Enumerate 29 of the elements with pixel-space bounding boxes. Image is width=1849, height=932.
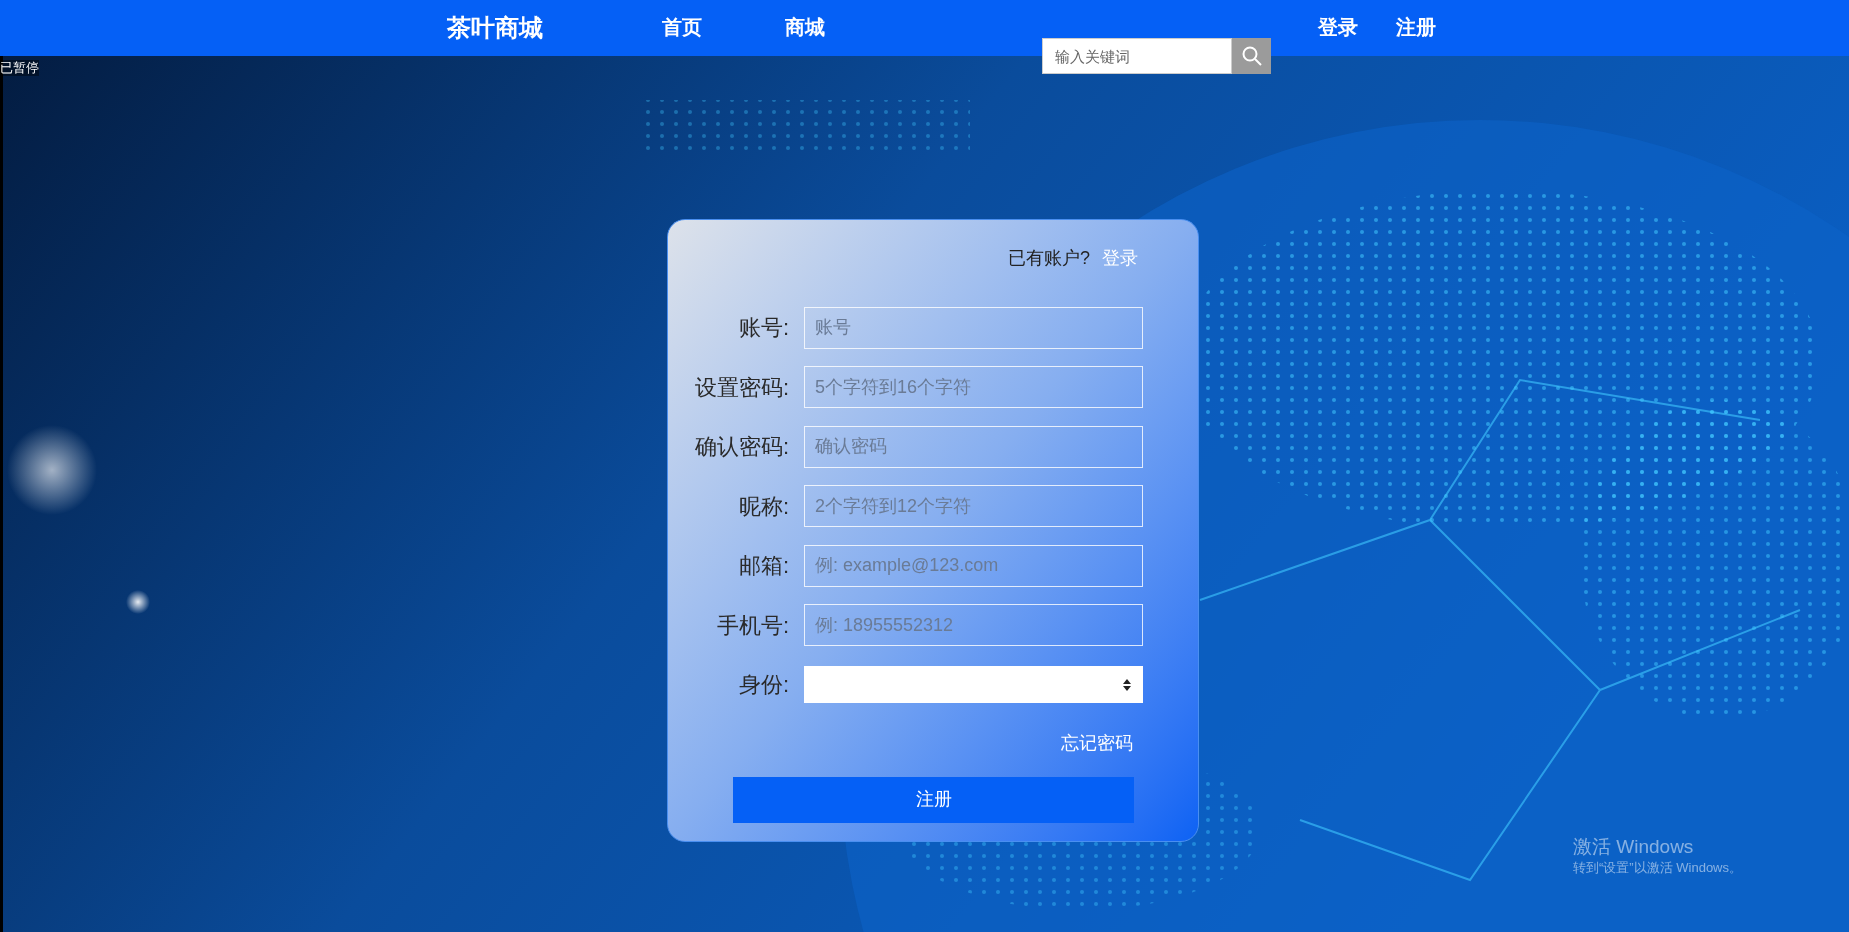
nav-link[interactable]: 首页 bbox=[662, 12, 702, 42]
search-button[interactable] bbox=[1232, 38, 1271, 74]
field-label: 设置密码: bbox=[693, 373, 789, 402]
input-field[interactable]: 确认密码 bbox=[804, 425, 1143, 468]
field-label: 昵称: bbox=[737, 492, 789, 521]
input-field[interactable]: 账号 bbox=[804, 306, 1143, 349]
input-field[interactable]: 例: 18955552312 bbox=[804, 604, 1143, 647]
field-label: 邮箱: bbox=[737, 552, 789, 581]
login-link[interactable]: 登录 bbox=[1318, 12, 1358, 42]
activation-title: 激活 Windows bbox=[1573, 835, 1695, 859]
forgot-password-link[interactable]: 忘记密码 bbox=[1061, 730, 1133, 757]
site-logo[interactable]: 茶叶商城 bbox=[447, 12, 543, 44]
field-label: 手机号: bbox=[715, 611, 789, 640]
login-prompt: 已有账户? bbox=[1008, 246, 1090, 270]
register-link[interactable]: 注册 bbox=[1396, 12, 1436, 42]
video-status: 已暂停 bbox=[0, 60, 39, 76]
input-field[interactable]: 例: example@123.com bbox=[804, 544, 1143, 587]
field-label: 确认密码: bbox=[693, 433, 789, 462]
identity-select[interactable] bbox=[804, 666, 1143, 704]
search-icon bbox=[1240, 45, 1263, 67]
activation-message: 转到“设置”以激活 Windows。 bbox=[1573, 859, 1742, 877]
field-label: 身份: bbox=[737, 671, 789, 700]
select-arrows-icon bbox=[1123, 678, 1131, 691]
register-button[interactable]: 注册 bbox=[733, 776, 1134, 823]
input-field[interactable]: 2个字符到12个字符 bbox=[804, 485, 1143, 528]
field-label: 账号: bbox=[737, 314, 789, 343]
input-field[interactable]: 5个字符到16个字符 bbox=[804, 366, 1143, 409]
nav-link[interactable]: 商城 bbox=[785, 12, 825, 42]
search-field[interactable]: 输入关键词 bbox=[1042, 38, 1232, 74]
